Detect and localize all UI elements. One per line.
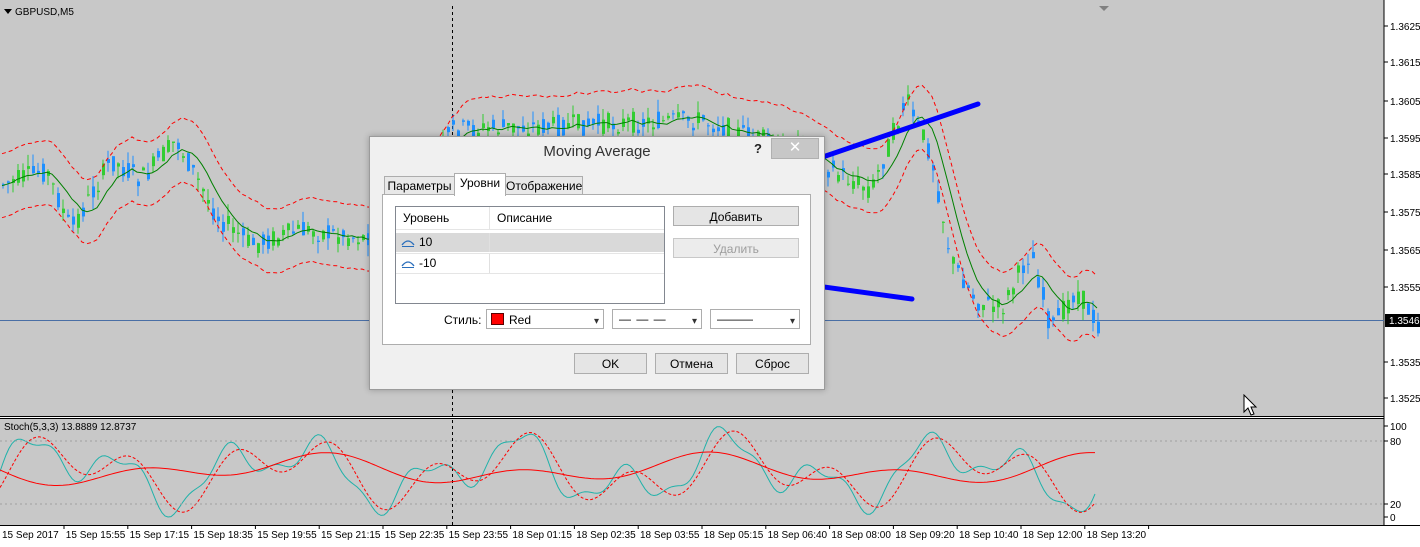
tab-levels[interactable]: Уровни [454, 173, 506, 196]
symbol-text: GBPUSD,M5 [15, 7, 74, 18]
current-price-label: 1.3546 [1389, 316, 1420, 327]
time-tick-label: 15 Sep 15:55 [66, 530, 126, 541]
ok-button[interactable]: OK [574, 353, 647, 374]
time-tick-label: 18 Sep 13:20 [1087, 530, 1147, 541]
line-width-value: ——— [717, 312, 753, 326]
stoch-level-label: 100 [1390, 422, 1407, 433]
price-tick-label: 1.3585 [1390, 170, 1420, 181]
stoch-level-label: 20 [1390, 500, 1402, 511]
stoch-level-label: 80 [1390, 437, 1402, 448]
time-tick-label: 18 Sep 09:20 [895, 530, 955, 541]
time-tick-label: 18 Sep 01:15 [512, 530, 572, 541]
header-level[interactable]: Уровень [396, 207, 490, 229]
time-tick-label: 18 Sep 08:00 [831, 530, 891, 541]
price-tick-label: 1.3575 [1390, 208, 1420, 219]
time-tick-label: 15 Sep 17:15 [130, 530, 190, 541]
level-line-icon [401, 240, 415, 247]
close-button[interactable]: ✕ [771, 138, 819, 159]
description-cell[interactable] [490, 233, 664, 252]
time-tick-label: 18 Sep 03:55 [640, 530, 700, 541]
time-tick-label: 18 Sep 02:35 [576, 530, 636, 541]
line-style-select[interactable]: — — — ▾ [612, 309, 702, 329]
price-tick-label: 1.3565 [1390, 246, 1420, 257]
level-line-icon [401, 261, 415, 268]
level-row[interactable]: -10 [396, 253, 664, 274]
time-tick-label: 18 Sep 10:40 [959, 530, 1019, 541]
chevron-down-icon: ▾ [593, 316, 599, 327]
header-description[interactable]: Описание [490, 207, 664, 229]
stoch-level-label: 0 [1390, 513, 1396, 524]
line-width-select[interactable]: ——— ▾ [710, 309, 800, 329]
time-tick-label: 15 Sep 22:35 [385, 530, 445, 541]
price-tick-label: 1.3535 [1390, 358, 1420, 369]
price-tick-label: 1.3525 [1390, 394, 1420, 405]
time-tick-label: 15 Sep 2017 [2, 530, 59, 541]
style-label: Стиль: [444, 313, 482, 327]
time-tick-label: 15 Sep 18:35 [193, 530, 253, 541]
mouse-cursor-icon [1243, 394, 1258, 416]
chevron-down-icon: ▾ [789, 316, 795, 327]
chart-symbol-label[interactable]: GBPUSD,M5 [4, 7, 74, 18]
time-tick-label: 15 Sep 23:55 [449, 530, 509, 541]
time-tick-label: 18 Sep 05:15 [704, 530, 764, 541]
reset-button[interactable]: Сброс [736, 353, 809, 374]
price-tick-label: 1.3615 [1390, 58, 1420, 69]
level-row[interactable]: 10 [396, 233, 664, 252]
level-value: 10 [419, 235, 433, 249]
line-style-value: — — — [619, 312, 667, 326]
level-cell[interactable]: -10 [396, 254, 490, 273]
color-swatch [491, 313, 504, 325]
time-tick-label: 18 Sep 06:40 [768, 530, 828, 541]
levels-list-header: Уровень Описание [396, 207, 664, 230]
dropdown-triangle-icon[interactable] [4, 9, 12, 14]
time-tick-label: 15 Sep 21:15 [321, 530, 381, 541]
tab-parameters[interactable]: Параметры [384, 176, 455, 195]
color-value: Red [509, 313, 532, 327]
tab-visualization[interactable]: Отображение [505, 176, 583, 195]
levels-list[interactable]: Уровень Описание 10 -10 [395, 206, 665, 304]
time-tick-label: 15 Sep 19:55 [257, 530, 317, 541]
level-value: -10 [419, 256, 437, 270]
stochastic-label: Stoch(5,3,3) 13.8889 12.8737 [4, 422, 137, 433]
price-scale [1384, 0, 1420, 547]
price-tick-label: 1.3555 [1390, 283, 1420, 294]
level-color-select[interactable]: Red ▾ [486, 309, 604, 329]
level-cell[interactable]: 10 [396, 233, 490, 252]
stochastic-area[interactable] [0, 418, 1384, 525]
cancel-button[interactable]: Отмена [655, 353, 728, 374]
add-level-button[interactable]: Добавить [673, 206, 799, 226]
chevron-down-icon: ▾ [691, 316, 697, 327]
levels-panel: Уровень Описание 10 -10 Добавить Удалить… [382, 194, 811, 345]
help-button[interactable]: ? [748, 139, 768, 159]
price-tick-label: 1.3605 [1390, 97, 1420, 108]
moving-average-dialog[interactable]: Moving Average ? ✕ Параметры Уровни Отоб… [369, 136, 825, 390]
description-cell[interactable] [490, 254, 664, 273]
price-tick-label: 1.3625 [1390, 22, 1420, 33]
time-tick-label: 18 Sep 12:00 [1023, 530, 1083, 541]
price-tick-label: 1.3595 [1390, 134, 1420, 145]
delete-level-button[interactable]: Удалить [673, 238, 799, 258]
